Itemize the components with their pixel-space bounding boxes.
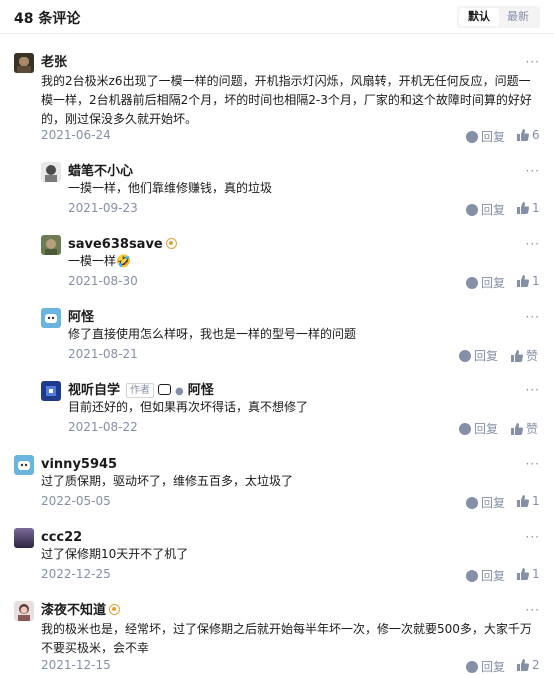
reply-icon bbox=[459, 423, 471, 435]
comment-text: 修了直接使用怎么样呀，我也是一样的型号一样的问题 bbox=[68, 327, 357, 341]
comment-count: 48 条评论 bbox=[14, 11, 81, 27]
avatar[interactable] bbox=[14, 455, 34, 475]
comment-date: 2022-05-05 bbox=[41, 494, 111, 508]
chat-icon bbox=[158, 384, 172, 395]
more-options-button[interactable]: ··· bbox=[526, 237, 540, 251]
comment-text: 一摸一样，他们靠维修赚钱，真的垃圾 bbox=[68, 181, 273, 195]
avatar[interactable] bbox=[41, 162, 61, 182]
username[interactable]: 阿怪 bbox=[68, 310, 94, 325]
thumbs-up-icon bbox=[517, 129, 529, 141]
username[interactable]: vinny5945 bbox=[41, 457, 117, 472]
more-options-button[interactable]: ··· bbox=[526, 55, 540, 69]
like-button[interactable]: 1 bbox=[517, 567, 540, 581]
username[interactable]: 老张 bbox=[41, 55, 67, 70]
comment: vinny5945 ··· 过了质保期，驱动坏了，维修五百多，太垃圾了 2022… bbox=[14, 455, 540, 511]
reply-icon bbox=[466, 661, 478, 673]
comment-reply: 视听自学 作者 ● 阿怪 ··· 目前还好的，但如果再次坏得话，真不想修了 2021-… bbox=[41, 381, 540, 437]
more-options-button[interactable]: ··· bbox=[526, 164, 540, 178]
sort-latest-button[interactable]: 最新 bbox=[498, 8, 538, 26]
avatar[interactable] bbox=[41, 235, 61, 255]
reply-icon bbox=[466, 570, 478, 582]
reply-button[interactable]: 回复 bbox=[466, 274, 505, 291]
avatar[interactable] bbox=[14, 53, 34, 73]
reply-icon bbox=[459, 350, 471, 362]
reply-icon bbox=[466, 277, 478, 289]
reply-icon bbox=[466, 204, 478, 216]
sort-toggle: 默认 最新 bbox=[457, 6, 540, 28]
comment-text: 过了质保期，驱动坏了，维修五百多，太垃圾了 bbox=[41, 474, 294, 488]
thumbs-up-icon bbox=[517, 568, 529, 580]
more-options-button[interactable]: ··· bbox=[526, 530, 540, 544]
reply-arrow-icon: ● bbox=[175, 386, 184, 397]
comment-reply: save638save ··· 一模一样🤣 2021-08-30 回复 1 bbox=[41, 235, 540, 291]
comment-date: 2021-12-15 bbox=[41, 658, 111, 672]
comment-date: 2021-08-30 bbox=[68, 274, 138, 288]
author-tag: 作者 bbox=[126, 383, 155, 398]
reply-icon bbox=[466, 497, 478, 509]
level-badge-icon bbox=[165, 238, 177, 249]
comment-text: 我的极米也是，经常坏，过了保修期之后就开始每半年坏一次，修一次就要500多，大家… bbox=[41, 622, 532, 655]
comment: ccc22 ··· 过了保修期10天开不了机了 2022-12-25 回复 1 bbox=[14, 528, 540, 584]
thumbs-up-icon bbox=[517, 659, 529, 671]
like-button[interactable]: 2 bbox=[517, 658, 540, 672]
thumbs-up-icon bbox=[517, 275, 529, 287]
avatar[interactable] bbox=[14, 601, 34, 621]
more-options-button[interactable]: ··· bbox=[526, 603, 540, 617]
username[interactable]: 视听自学 bbox=[68, 383, 120, 398]
sort-default-button[interactable]: 默认 bbox=[459, 8, 499, 26]
like-button[interactable]: 6 bbox=[517, 128, 540, 142]
comment-reply: 阿怪 ··· 修了直接使用怎么样呀，我也是一样的型号一样的问题 2021-08-… bbox=[41, 308, 540, 364]
more-options-button[interactable]: ··· bbox=[526, 310, 540, 324]
comment-date: 2021-08-21 bbox=[68, 347, 138, 361]
reply-button[interactable]: 回复 bbox=[466, 128, 505, 145]
comment: 漆夜不知道 ··· 我的极米也是，经常坏，过了保修期之后就开始每半年坏一次，修一… bbox=[14, 601, 540, 675]
like-button[interactable]: 1 bbox=[517, 494, 540, 508]
username[interactable]: 漆夜不知道 bbox=[41, 603, 106, 618]
comment-date: 2021-09-23 bbox=[68, 201, 138, 215]
like-button[interactable]: 1 bbox=[517, 201, 540, 215]
avatar[interactable] bbox=[41, 381, 61, 401]
comment: 老张 ··· 我的2台极米z6出现了一模一样的问题，开机指示灯闪烁，风扇转，开机… bbox=[14, 53, 540, 153]
reply-button[interactable]: 回复 bbox=[466, 658, 505, 675]
reply-to-username[interactable]: 阿怪 bbox=[188, 383, 214, 398]
thumbs-up-icon bbox=[517, 202, 529, 214]
comment-text: 我的2台极米z6出现了一模一样的问题，开机指示灯闪烁，风扇转，开机无任何反应，问… bbox=[41, 74, 532, 126]
like-button[interactable]: 赞 bbox=[511, 420, 538, 437]
reply-button[interactable]: 回复 bbox=[466, 494, 505, 511]
comment-date: 2021-06-24 bbox=[41, 128, 111, 142]
avatar[interactable] bbox=[41, 308, 61, 328]
username[interactable]: ccc22 bbox=[41, 530, 82, 545]
comment-text: 一模一样🤣 bbox=[68, 254, 131, 268]
comment-date: 2022-12-25 bbox=[41, 567, 111, 581]
more-options-button[interactable]: ··· bbox=[526, 457, 540, 471]
level-badge-icon bbox=[109, 604, 121, 615]
username[interactable]: save638save bbox=[68, 237, 163, 252]
like-button[interactable]: 1 bbox=[517, 274, 540, 288]
reply-button[interactable]: 回复 bbox=[466, 567, 505, 584]
reply-icon bbox=[466, 131, 478, 143]
more-options-button[interactable]: ··· bbox=[526, 383, 540, 397]
comments-header: 48 条评论 默认 最新 bbox=[0, 0, 554, 34]
thumbs-up-icon bbox=[511, 350, 523, 362]
comment-text: 目前还好的，但如果再次坏得话，真不想修了 bbox=[68, 400, 309, 414]
like-button[interactable]: 赞 bbox=[511, 347, 538, 364]
thumbs-up-icon bbox=[511, 423, 523, 435]
comment-reply: 蜡笔不小心 ··· 一摸一样，他们靠维修赚钱，真的垃圾 2021-09-23 回… bbox=[41, 162, 540, 218]
reply-button[interactable]: 回复 bbox=[459, 347, 498, 364]
avatar[interactable] bbox=[14, 528, 34, 548]
reply-button[interactable]: 回复 bbox=[466, 201, 505, 218]
username[interactable]: 蜡笔不小心 bbox=[68, 164, 133, 179]
comment-date: 2021-08-22 bbox=[68, 420, 138, 434]
reply-button[interactable]: 回复 bbox=[459, 420, 498, 437]
thumbs-up-icon bbox=[517, 495, 529, 507]
comment-text: 过了保修期10天开不了机了 bbox=[41, 547, 189, 561]
